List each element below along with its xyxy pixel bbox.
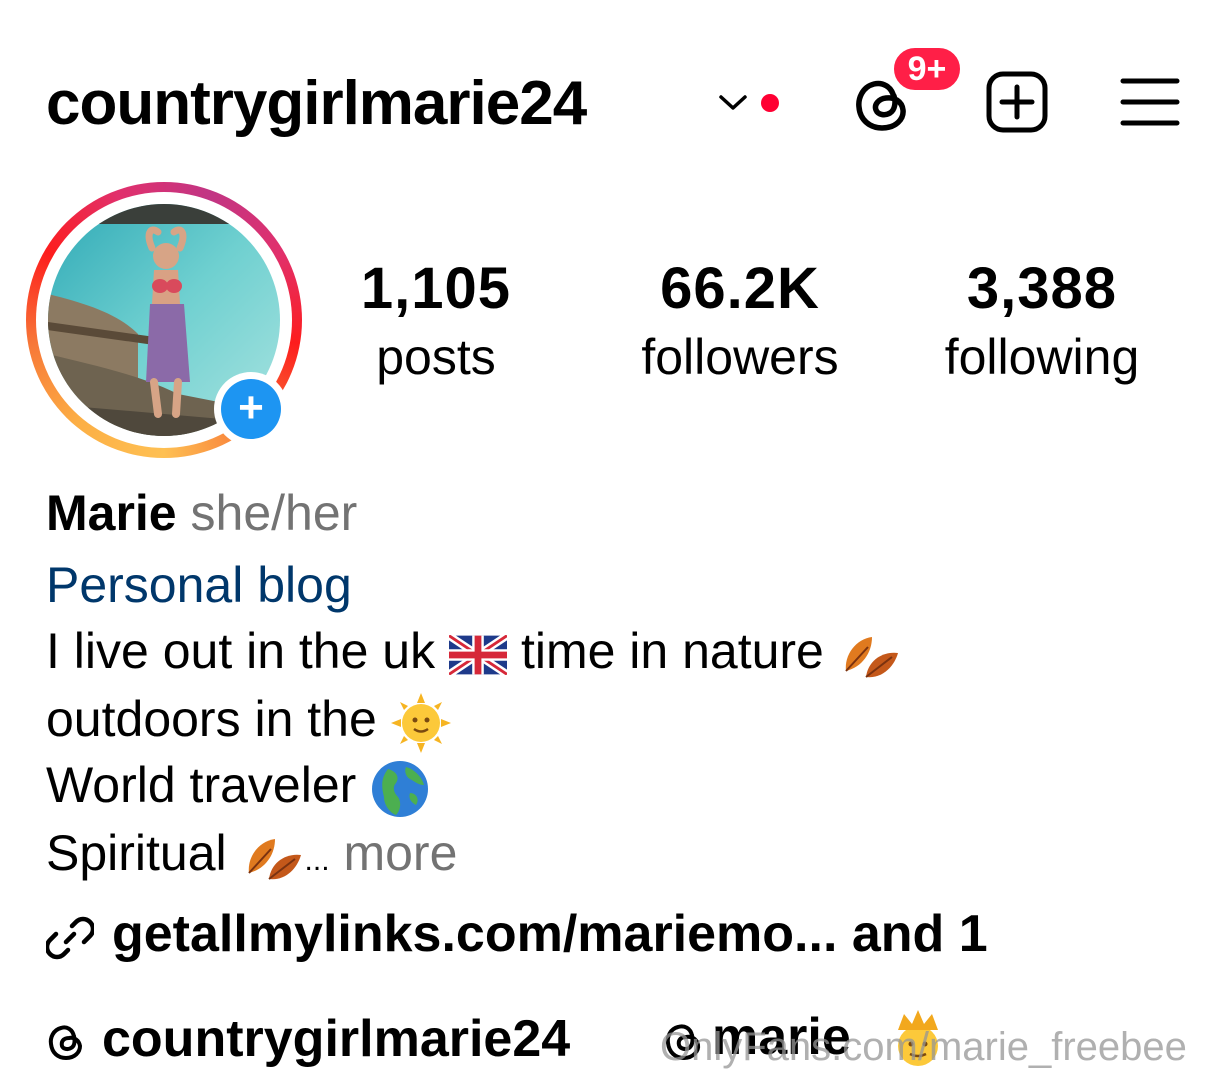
more-button[interactable]: more (343, 825, 457, 881)
posts-label: posts (376, 329, 496, 385)
followers-stat[interactable]: 66.2K followers (610, 254, 870, 388)
create-post-icon[interactable] (985, 70, 1049, 134)
pronouns: she/her (190, 485, 358, 541)
threads-icon (48, 1025, 83, 1061)
display-name: Marie (46, 485, 177, 541)
followers-count: 66.2K (660, 256, 820, 321)
bio-line-2-text: outdoors in the (46, 691, 377, 747)
profile-username[interactable]: countrygirlmarie24 (46, 64, 587, 144)
bio-line-1b-text: time in nature (520, 623, 824, 679)
following-count: 3,388 (966, 256, 1118, 321)
watermark: OnlyFans.com/marie_freebee (660, 1025, 1187, 1069)
bio-line-4-text: Spiritual (46, 825, 227, 881)
menu-icon[interactable] (1120, 76, 1180, 128)
bio-line-2: outdoors in the (46, 686, 451, 753)
bio-line-3: World traveler (46, 752, 430, 819)
profile-category: Personal blog (46, 557, 352, 613)
bio-line-3-text: World traveler (46, 757, 357, 813)
posts-count: 1,105 (360, 256, 512, 321)
uk-flag-icon (449, 634, 508, 675)
bio-ellipsis: ... (304, 844, 330, 877)
add-story-button[interactable]: + (214, 372, 288, 446)
following-stat[interactable]: 3,388 following (912, 254, 1172, 388)
bio-line-1: I live out in the uk time in nature (46, 618, 902, 684)
followers-label: followers (641, 329, 839, 385)
bio-link-text[interactable]: getallmylinks.com/mariemo... and 1 (112, 900, 988, 968)
bio-name-row: Marie she/her (46, 480, 357, 546)
plus-icon: + (221, 379, 281, 439)
following-label: following (944, 329, 1140, 385)
posts-stat[interactable]: 1,105 posts (306, 254, 566, 388)
sun-face-icon (390, 692, 451, 753)
globe-icon (372, 760, 429, 817)
notification-badge: 9+ (890, 44, 964, 94)
unread-dot (761, 94, 779, 112)
chevron-down-icon[interactable] (718, 92, 748, 114)
threads-handle[interactable]: countrygirlmarie24 (102, 1006, 570, 1072)
link-icon (46, 916, 94, 960)
bio-line-4: Spiritual ... more (46, 820, 457, 894)
fallen-leaf-icon (247, 838, 301, 880)
bio-line-1-text: I live out in the uk (46, 623, 436, 679)
fallen-leaf-icon (845, 636, 898, 678)
